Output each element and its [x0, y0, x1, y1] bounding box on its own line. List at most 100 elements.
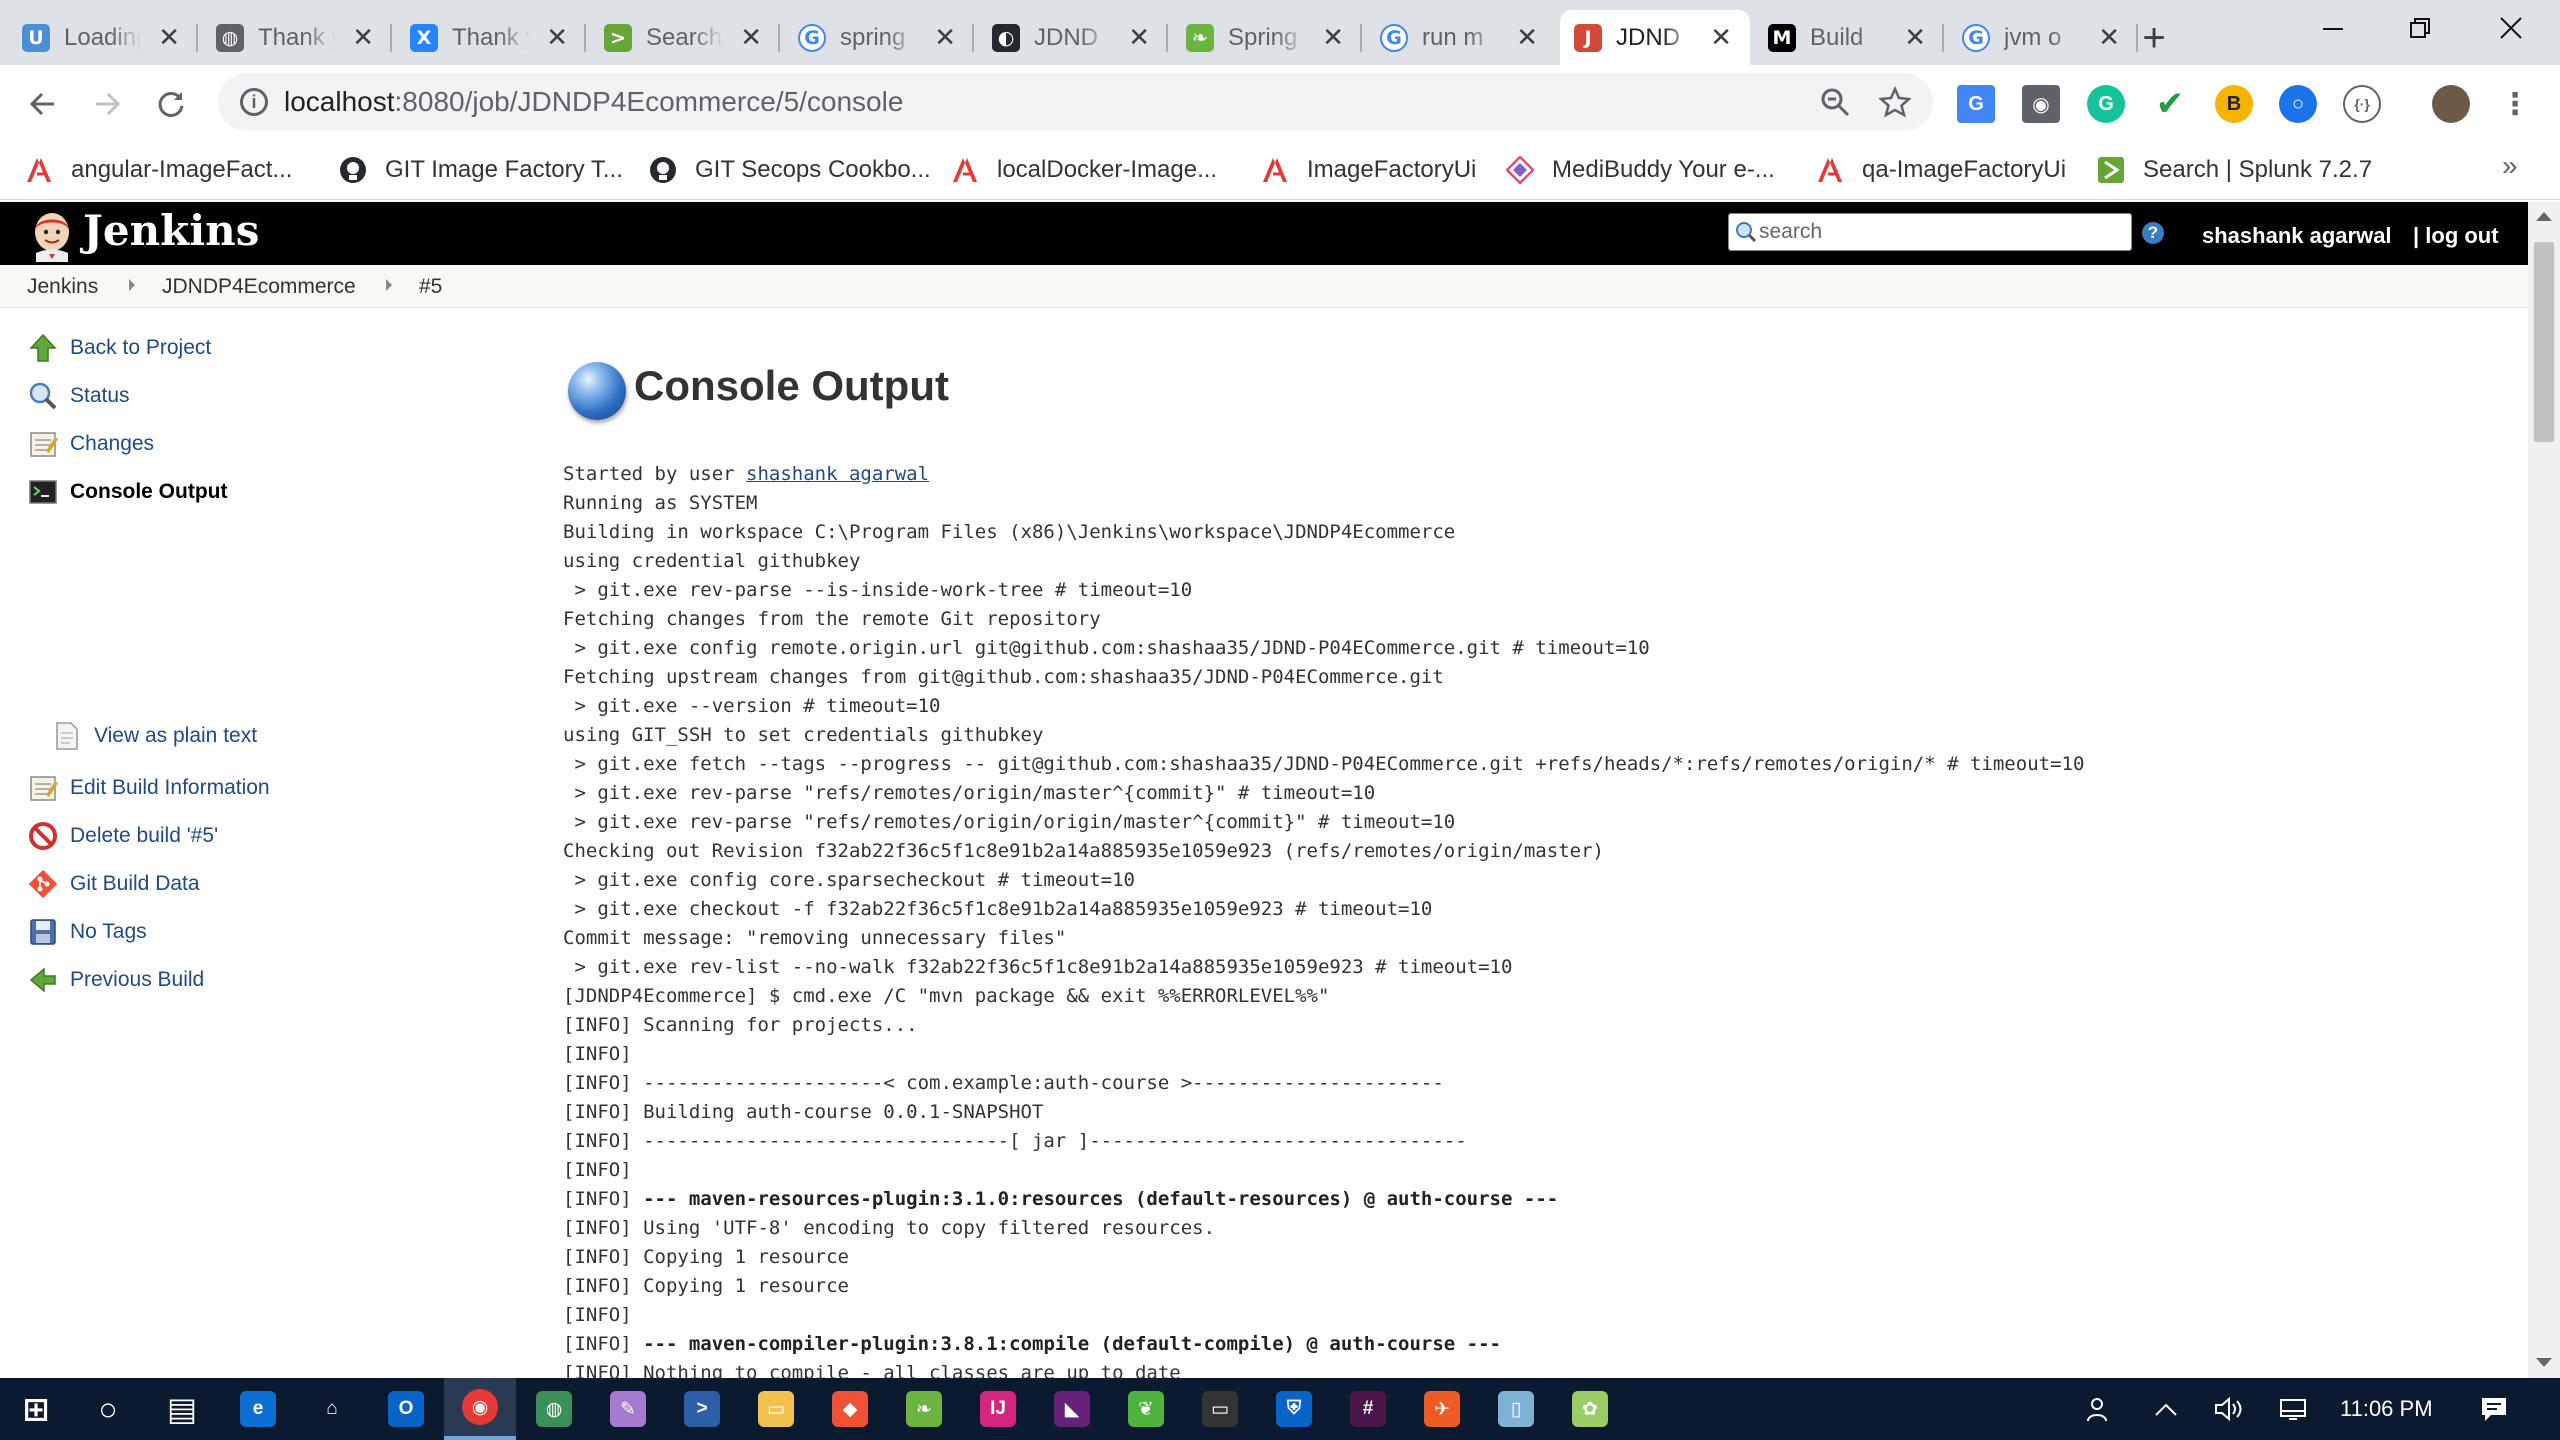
logout-link[interactable]: | log out: [2413, 223, 2499, 249]
browser-tab[interactable]: > Search ✕: [590, 10, 780, 65]
bookmark-item[interactable]: MediBuddy Your e-...: [1505, 150, 1775, 190]
taskbar-app[interactable]: ✿: [1554, 1378, 1626, 1440]
zoom-icon[interactable]: [1818, 85, 1852, 119]
taskbar-app[interactable]: ⌂: [296, 1378, 368, 1440]
checkmark-extension-icon[interactable]: ✔: [2151, 85, 2189, 123]
browser-tab[interactable]: Gspring ✕: [784, 10, 974, 65]
taskbar-app[interactable]: >: [666, 1378, 738, 1440]
browser-tab[interactable]: Gjvm o ✕: [1948, 10, 2138, 65]
taskbar-app[interactable]: ◣: [1036, 1378, 1108, 1440]
google-translate-icon[interactable]: G: [1957, 85, 1995, 123]
taskbar-app[interactable]: ▭: [740, 1378, 812, 1440]
tab-close-icon[interactable]: ✕: [352, 23, 374, 51]
sidebar-item-changes[interactable]: Changes: [26, 426, 154, 462]
sidebar-item-no-tags[interactable]: No Tags: [26, 914, 147, 950]
grammarly-icon[interactable]: G: [2087, 85, 2125, 123]
sidebar-item-git-build-data[interactable]: Git Build Data: [26, 866, 200, 902]
taskbar-app[interactable]: ▯: [1480, 1378, 1552, 1440]
browser-tab[interactable]: M Build ✕: [1754, 10, 1944, 65]
tab-close-icon[interactable]: ✕: [1128, 23, 1150, 51]
tab-close-icon[interactable]: ✕: [546, 23, 568, 51]
scroll-up-icon[interactable]: [2536, 212, 2552, 221]
browser-tab[interactable]: ◍ Thank you ✕: [202, 10, 392, 65]
sidebar-item-status[interactable]: Status: [26, 378, 130, 414]
sidebar-item-previous-build[interactable]: Previous Build: [26, 962, 204, 998]
taskbar-app[interactable]: ◆: [814, 1378, 886, 1440]
bookmark-item[interactable]: GIT Image Factory T...: [338, 150, 623, 190]
jenkins-logo-icon[interactable]: [26, 210, 78, 262]
sidebar-item-view-plain-text[interactable]: View as plain text: [50, 718, 257, 754]
bookmark-item[interactable]: angular-ImageFact...: [24, 150, 292, 190]
breadcrumb-jenkins[interactable]: Jenkins: [27, 275, 98, 299]
people-icon[interactable]: [2082, 1394, 2116, 1424]
taskbar-app[interactable]: ❦: [1110, 1378, 1182, 1440]
page-scrollbar[interactable]: [2528, 202, 2560, 1378]
tab-close-icon[interactable]: ✕: [2098, 23, 2120, 51]
url-text[interactable]: localhost:8080/job/JDNDP4Ecommerce/5/con…: [284, 86, 903, 118]
forward-button[interactable]: [82, 79, 132, 129]
tab-close-icon[interactable]: ✕: [1904, 23, 1926, 51]
taskbar-app[interactable]: ❧: [888, 1378, 960, 1440]
site-info-icon[interactable]: i: [240, 88, 268, 116]
taskbar-app[interactable]: ✎: [592, 1378, 664, 1440]
browser-tab[interactable]: U Loading... ✕: [8, 10, 198, 65]
show-hidden-icons-icon[interactable]: [2149, 1394, 2183, 1424]
help-icon[interactable]: ?: [2142, 222, 2164, 244]
search-input[interactable]: [1759, 217, 2124, 247]
bookmark-item[interactable]: ImageFactoryUi: [1260, 150, 1476, 190]
sidebar-item-delete-build[interactable]: Delete build '#5': [26, 818, 218, 854]
circle-extension-icon[interactable]: ○: [2279, 85, 2317, 123]
tab-close-icon[interactable]: ✕: [158, 23, 180, 51]
sidebar-item-edit-build-information[interactable]: Edit Build Information: [26, 770, 270, 806]
tab-close-icon[interactable]: ✕: [1322, 23, 1344, 51]
tab-close-icon[interactable]: ✕: [934, 23, 956, 51]
taskbar-app[interactable]: e: [222, 1378, 294, 1440]
taskbar-app[interactable]: ○: [72, 1378, 144, 1440]
breadcrumb-job[interactable]: JDNDP4Ecommerce: [162, 275, 356, 299]
scroll-down-icon[interactable]: [2536, 1358, 2552, 1367]
taskbar-app[interactable]: ◉: [444, 1378, 516, 1440]
taskbar-app[interactable]: O: [370, 1378, 442, 1440]
action-center-icon[interactable]: [2477, 1394, 2511, 1424]
user-link[interactable]: shashank agarwal: [2202, 223, 2392, 249]
keep-icon[interactable]: ◉: [2022, 85, 2060, 123]
address-bar[interactable]: i localhost:8080/job/JDNDP4Ecommerce/5/c…: [218, 73, 1933, 131]
taskbar-app[interactable]: ▭: [1184, 1378, 1256, 1440]
tab-close-icon[interactable]: ✕: [740, 23, 762, 51]
browser-tab[interactable]: ❧ Spring ✕: [1172, 10, 1362, 65]
browser-tab[interactable]: Grun m ✕: [1366, 10, 1556, 65]
volume-icon[interactable]: [2212, 1394, 2246, 1424]
minimize-button[interactable]: [2308, 8, 2358, 48]
started-by-user-link[interactable]: shashank agarwal: [746, 463, 929, 485]
sidebar-item-console-output[interactable]: Console Output: [26, 474, 227, 510]
json-extension-icon[interactable]: {·}: [2343, 85, 2381, 123]
taskbar-app[interactable]: ✈: [1406, 1378, 1478, 1440]
browser-tab[interactable]: X Thank you ✕: [396, 10, 586, 65]
sidebar-item-back-to-project[interactable]: Back to Project: [26, 330, 211, 366]
taskbar-app[interactable]: ⛨: [1258, 1378, 1330, 1440]
bookmark-item[interactable]: GIT Secops Cookbo...: [648, 150, 931, 190]
new-tab-button[interactable]: +: [2132, 16, 2176, 60]
bookmark-item[interactable]: localDocker-Image...: [950, 150, 1217, 190]
taskbar-app[interactable]: #: [1332, 1378, 1404, 1440]
network-icon[interactable]: [2276, 1394, 2310, 1424]
jenkins-brand[interactable]: Jenkins: [83, 206, 259, 255]
profile-avatar[interactable]: [2432, 85, 2470, 123]
tab-close-icon[interactable]: ✕: [1710, 23, 1732, 51]
chrome-menu-icon[interactable]: ⋮: [2496, 85, 2534, 123]
bookmarks-overflow-button[interactable]: »: [2502, 150, 2518, 182]
taskbar-app[interactable]: ▤: [146, 1378, 218, 1440]
bookmark-item[interactable]: Search | Splunk 7.2.7: [2096, 150, 2372, 190]
bookmark-star-icon[interactable]: [1878, 85, 1912, 119]
restore-button[interactable]: [2395, 8, 2445, 48]
back-button[interactable]: [18, 79, 68, 129]
taskbar-app[interactable]: ◍: [518, 1378, 590, 1440]
reload-button[interactable]: [146, 79, 196, 129]
system-clock[interactable]: 11:06 PM: [2340, 1396, 2433, 1422]
browser-tab[interactable]: J JDND ✕: [1560, 10, 1750, 65]
browser-tab[interactable]: ◐ JDND ✕: [978, 10, 1168, 65]
close-window-button[interactable]: [2486, 8, 2536, 48]
tab-close-icon[interactable]: ✕: [1516, 23, 1538, 51]
jenkins-search-box[interactable]: [1728, 213, 2132, 251]
taskbar-app[interactable]: IJ: [962, 1378, 1034, 1440]
